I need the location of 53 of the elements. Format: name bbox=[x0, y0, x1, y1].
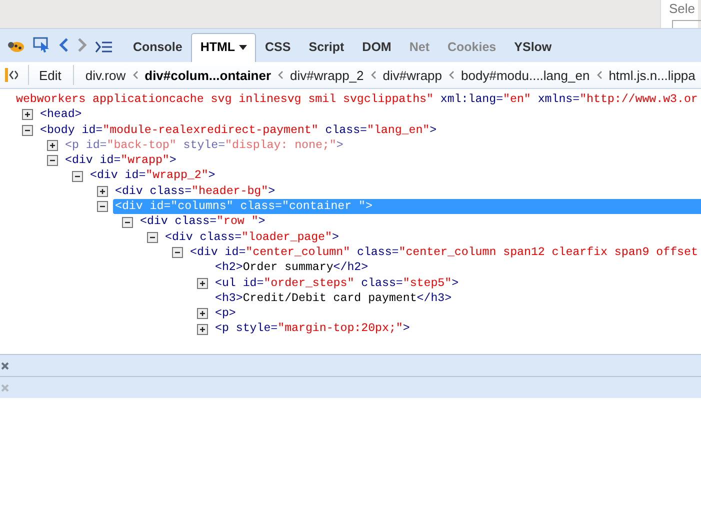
plus-toggle-icon[interactable] bbox=[97, 186, 108, 197]
chevron-icon bbox=[449, 71, 454, 79]
breadcrumb-link[interactable]: div#colum...ontainer bbox=[142, 66, 274, 84]
markup-line[interactable]: <div id="wrapp"> bbox=[63, 153, 178, 168]
panel-tab[interactable]: CSS bbox=[256, 33, 300, 62]
panel-tab[interactable]: Console bbox=[124, 33, 192, 62]
markup-line[interactable]: <p style="margin-top:20px;"> bbox=[213, 321, 412, 337]
chevron-icon bbox=[132, 71, 138, 79]
close-icon[interactable] bbox=[1, 362, 9, 370]
breadcrumb-link[interactable]: div#wrapp_2 bbox=[287, 66, 367, 84]
markup-line: webworkers applicationcache svg inlinesvg smil svgclippaths" xml:lang="en" xmlns="http://www.w3.or bbox=[15, 92, 699, 108]
minus-toggle-icon[interactable] bbox=[172, 247, 183, 258]
minus-toggle-icon[interactable] bbox=[122, 216, 133, 228]
minus-toggle-icon[interactable] bbox=[97, 201, 108, 212]
markup-line[interactable]: <div class="header-bg"> bbox=[113, 184, 278, 200]
chevron-icon bbox=[370, 71, 376, 79]
markup-line[interactable]: <h3>Credit/Debit card payment</h3> bbox=[213, 290, 454, 306]
markup-line[interactable]: <div class="loader_page"> bbox=[163, 230, 341, 245]
panel-tab[interactable]: YSlow bbox=[505, 33, 561, 62]
plus-toggle-icon[interactable] bbox=[47, 140, 58, 152]
minus-toggle-icon[interactable] bbox=[47, 155, 58, 166]
markup-line[interactable]: <head> bbox=[38, 107, 84, 123]
panel-label: Sele bbox=[669, 1, 696, 16]
plus-toggle-icon[interactable] bbox=[197, 278, 208, 289]
markup-line[interactable]: <body id="module-realexredirect-payment" class="lang_en"> bbox=[38, 122, 439, 138]
plus-toggle-icon[interactable] bbox=[197, 308, 208, 320]
breadcrumb-link[interactable]: div#wrapp bbox=[380, 66, 446, 84]
back-icon[interactable] bbox=[59, 37, 69, 53]
panel-tab[interactable]: HTML bbox=[191, 33, 256, 62]
panel-tab[interactable]: Script bbox=[300, 33, 354, 62]
markup-line[interactable]: <p> bbox=[213, 306, 238, 322]
bug-icon[interactable] bbox=[7, 39, 25, 53]
breadcrumb-link[interactable]: body#modu....lang_en bbox=[458, 66, 593, 84]
markup-line[interactable]: <p id="back-top" style="display: none;"> bbox=[63, 138, 346, 154]
code-icon[interactable] bbox=[4, 67, 18, 83]
minus-toggle-icon[interactable] bbox=[147, 232, 158, 243]
plus-toggle-icon[interactable] bbox=[22, 109, 33, 120]
markup-line[interactable]: <ul id="order_steps" class="step5"> bbox=[213, 276, 461, 291]
inspect-icon[interactable] bbox=[33, 37, 51, 53]
markup-line[interactable]: <div class="row "> bbox=[138, 214, 268, 230]
edit-button[interactable]: Edit bbox=[37, 66, 64, 84]
markup-line[interactable]: <div id="center_column" class="center_column span12 clearfix span9 offset bbox=[188, 244, 700, 260]
plus-toggle-icon[interactable] bbox=[197, 324, 208, 335]
panel-tab[interactable]: DOM bbox=[353, 33, 400, 62]
chevron-icon bbox=[278, 71, 284, 79]
breadcrumb-link[interactable]: html.js.n...lippa bbox=[606, 66, 698, 84]
chevron-icon bbox=[596, 71, 602, 79]
minus-toggle-icon[interactable] bbox=[22, 124, 33, 136]
markup-line[interactable]: <h2>Order summary</h2> bbox=[213, 260, 370, 276]
minus-toggle-icon[interactable] bbox=[72, 170, 83, 182]
markup-line[interactable]: <div id="wrapp_2"> bbox=[88, 168, 218, 184]
command-line-icon[interactable] bbox=[95, 41, 113, 53]
breadcrumb-link[interactable]: div.row bbox=[82, 66, 129, 84]
